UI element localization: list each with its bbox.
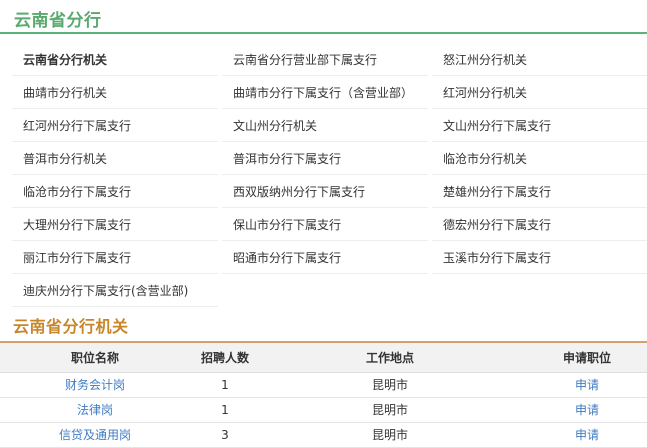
branch-link[interactable]: 西双版纳州分行下属支行 bbox=[222, 175, 428, 208]
table-row: 财务会计岗 1 昆明市 申请 bbox=[0, 373, 647, 398]
branch-link[interactable]: 保山市分行下属支行 bbox=[222, 208, 428, 241]
branch-link[interactable]: 云南省分行机关 bbox=[12, 43, 218, 76]
page-title: 云南省分行 bbox=[14, 11, 102, 31]
branch-link[interactable]: 临沧市分行下属支行 bbox=[12, 175, 218, 208]
table-header: 职位名称 招聘人数 工作地点 申请职位 bbox=[0, 343, 647, 373]
page-header: 云南省分行 bbox=[0, 0, 647, 34]
branch-link[interactable]: 文山州分行机关 bbox=[222, 109, 428, 142]
apply-link[interactable]: 申请 bbox=[492, 398, 647, 423]
column-header-location: 工作地点 bbox=[365, 351, 414, 365]
recruit-count: 1 bbox=[221, 403, 229, 417]
branch-link[interactable]: 文山州分行下属支行 bbox=[432, 109, 647, 142]
column-header-apply: 申请职位 bbox=[562, 351, 611, 365]
apply-link[interactable]: 申请 bbox=[492, 373, 647, 398]
branch-link[interactable]: 临沧市分行机关 bbox=[432, 142, 647, 175]
branch-link[interactable]: 怒江州分行机关 bbox=[432, 43, 647, 76]
work-location: 昆明市 bbox=[371, 403, 408, 417]
branch-link[interactable]: 丽江市分行下属支行 bbox=[12, 241, 218, 274]
column-header-count: 招聘人数 bbox=[200, 351, 249, 365]
recruit-count: 3 bbox=[221, 428, 229, 442]
branch-link[interactable]: 德宏州分行下属支行 bbox=[432, 208, 647, 241]
branch-link[interactable]: 玉溪市分行下属支行 bbox=[432, 241, 647, 274]
branch-link[interactable]: 曲靖市分行下属支行（含营业部） bbox=[222, 76, 428, 109]
branch-link[interactable]: 云南省分行营业部下属支行 bbox=[222, 43, 428, 76]
table-row: 信贷及通用岗 3 昆明市 申请 bbox=[0, 423, 647, 448]
branch-link[interactable]: 普洱市分行机关 bbox=[12, 142, 218, 175]
branch-link[interactable]: 大理州分行下属支行 bbox=[12, 208, 218, 241]
branch-link[interactable]: 曲靖市分行机关 bbox=[12, 76, 218, 109]
work-location: 昆明市 bbox=[371, 378, 408, 392]
branch-link[interactable]: 普洱市分行下属支行 bbox=[222, 142, 428, 175]
recruit-count: 1 bbox=[221, 378, 229, 392]
apply-link[interactable]: 申请 bbox=[492, 423, 647, 448]
branch-link[interactable]: 迪庆州分行下属支行(含营业部) bbox=[12, 274, 218, 307]
branch-link[interactable]: 红河州分行机关 bbox=[432, 76, 647, 109]
branch-link[interactable]: 楚雄州分行下属支行 bbox=[432, 175, 647, 208]
work-location: 昆明市 bbox=[371, 428, 408, 442]
table-row: 法律岗 1 昆明市 申请 bbox=[0, 398, 647, 423]
section-title: 云南省分行机关 bbox=[13, 317, 129, 336]
branch-link[interactable]: 红河州分行下属支行 bbox=[12, 109, 218, 142]
branch-link[interactable]: 昭通市分行下属支行 bbox=[222, 241, 428, 274]
